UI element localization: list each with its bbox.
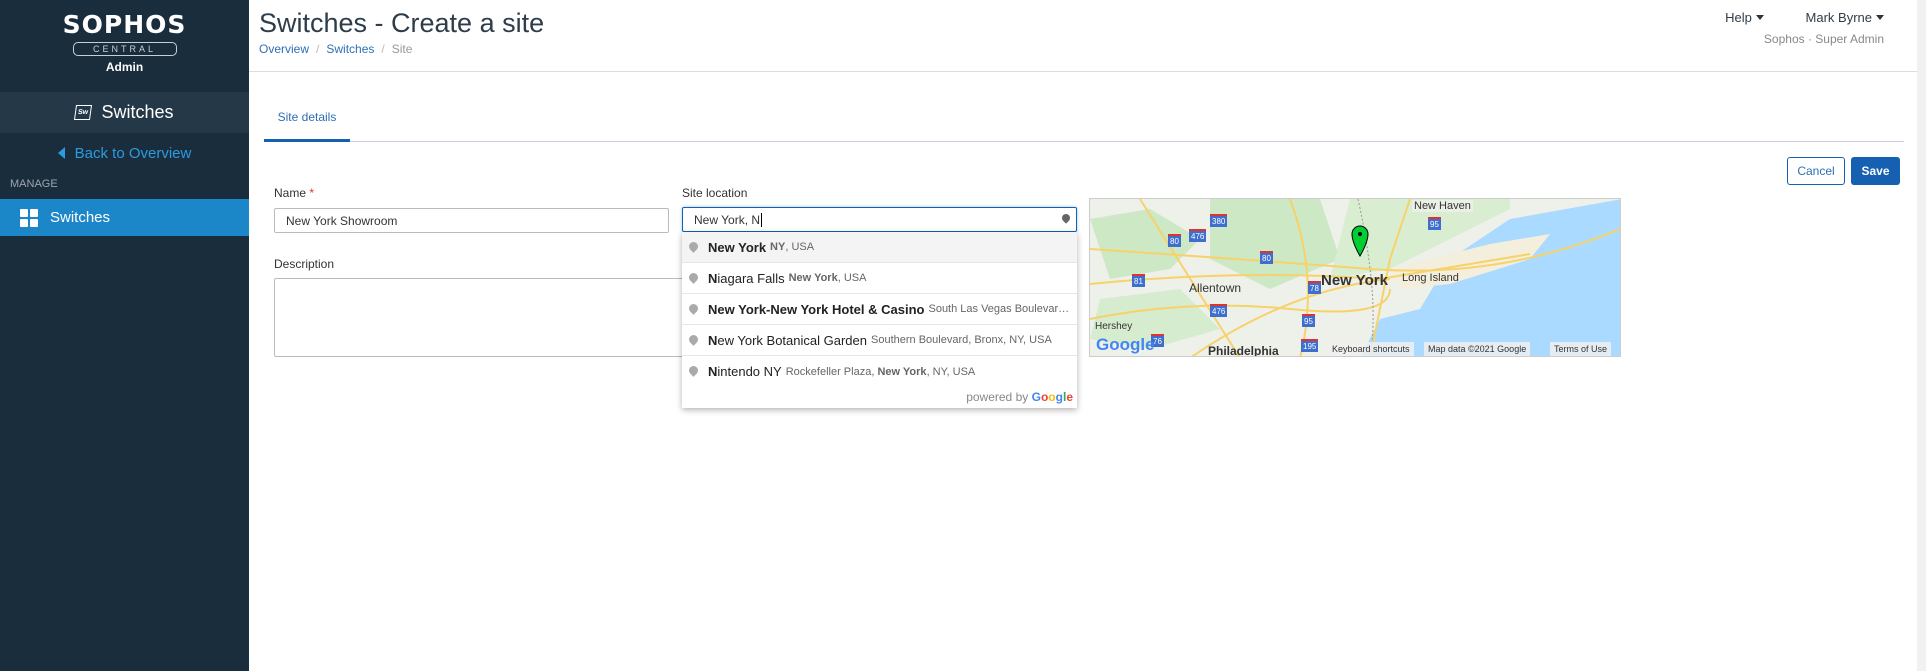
product-title: Switches — [101, 102, 174, 122]
grid-icon — [20, 208, 38, 227]
highway-shield: 380 — [1210, 214, 1228, 227]
sidebar-item-switches[interactable]: Switches — [0, 199, 249, 236]
suggestion-item[interactable]: Niagara Falls New York, USA — [682, 263, 1077, 294]
map-data-attribution: Map data ©2021 Google — [1424, 342, 1531, 356]
highway-shield: 95 — [1428, 217, 1441, 230]
suggestion-item[interactable]: New York-New York Hotel & Casino South La… — [682, 294, 1077, 325]
highway-shield: 81 — [1132, 274, 1145, 287]
scrollbar[interactable] — [1917, 0, 1926, 671]
suggestion-item[interactable]: New York NY, USA — [682, 232, 1077, 263]
caret-down-icon — [1876, 15, 1884, 20]
breadcrumb-switches[interactable]: Switches — [326, 42, 374, 56]
terms-of-use-link[interactable]: Terms of Use — [1550, 342, 1612, 356]
map-label: New Haven — [1412, 200, 1473, 212]
save-button[interactable]: Save — [1851, 157, 1900, 185]
location-pin-icon — [1060, 212, 1072, 224]
map-preview[interactable]: New York Long Island Allentown Hershey P… — [1089, 198, 1621, 357]
highway-shield: 195 — [1301, 339, 1319, 352]
org-role: Sophos · Super Admin — [1763, 32, 1884, 46]
map-pin-icon — [687, 240, 700, 253]
product-icon-text: Sw — [77, 109, 90, 116]
caret-down-icon — [1755, 15, 1764, 20]
breadcrumb-site: Site — [391, 42, 413, 56]
highway-shield: 476 — [1189, 229, 1207, 242]
name-input[interactable]: New York Showroom — [274, 208, 669, 233]
suggestion-item[interactable]: New York Botanical Garden Southern Boulev… — [682, 325, 1077, 356]
highway-shield: 78 — [1308, 281, 1321, 294]
map-pin-icon — [687, 364, 700, 377]
sidebar-item-label: Switches — [50, 209, 111, 226]
breadcrumb: Overview / Switches / Site — [259, 42, 413, 56]
breadcrumb-overview[interactable]: Overview — [259, 42, 309, 56]
logo-central: CENTRAL — [72, 42, 177, 56]
powered-by-google: powered by Google — [966, 390, 1073, 404]
sidebar: SOPHOS CENTRAL Admin Sw Switches Back to… — [0, 0, 249, 671]
highway-shield: 95 — [1302, 314, 1315, 327]
caret-left-icon — [57, 147, 65, 159]
location-suggestions-dropdown: New York NY, USA Niagara Falls New York, U… — [682, 232, 1077, 408]
logo-brand: SOPHOS — [62, 10, 187, 39]
header-divider — [249, 71, 1917, 72]
site-location-label: Site location — [682, 186, 748, 200]
back-label: Back to Overview — [74, 145, 192, 162]
back-to-overview-link[interactable]: Back to Overview — [0, 145, 249, 162]
highway-shield: 80 — [1260, 251, 1273, 264]
map-label: Long Island — [1402, 272, 1459, 284]
map-pin-icon — [687, 271, 700, 284]
sophos-central-logo: SOPHOS CENTRAL Admin — [0, 10, 249, 74]
highway-shield: 80 — [1168, 234, 1181, 247]
section-heading-manage: MANAGE — [10, 178, 58, 190]
map-pin-icon — [687, 333, 700, 346]
map-label: Allentown — [1189, 281, 1242, 295]
map-pin-icon — [687, 302, 700, 315]
product-header: Sw Switches — [0, 92, 249, 133]
help-menu[interactable]: Help — [1725, 10, 1764, 25]
site-location-input[interactable]: New York, N — [682, 207, 1077, 232]
highway-shield: 476 — [1210, 304, 1228, 317]
active-tab-indicator — [264, 139, 350, 142]
keyboard-shortcuts-link[interactable]: Keyboard shortcuts — [1328, 342, 1414, 356]
map-label: New York — [1321, 272, 1388, 289]
user-menu[interactable]: Mark Byrne — [1806, 10, 1884, 25]
map-label: Philadelphia — [1208, 344, 1279, 357]
switches-product-icon: Sw — [74, 105, 93, 120]
description-label: Description — [274, 257, 335, 271]
tab-divider — [264, 141, 1904, 142]
tab-site-details[interactable]: Site details — [264, 110, 350, 124]
logo-admin: Admin — [105, 60, 144, 74]
cancel-button[interactable]: Cancel — [1787, 157, 1845, 185]
name-label: Name * — [274, 186, 315, 200]
map-label: Hershey — [1095, 321, 1133, 332]
google-logo: Google — [1096, 335, 1155, 354]
page-title: Switches - Create a site — [259, 8, 545, 38]
suggestion-item[interactable]: Nintendo NY Rockefeller Plaza, New York, … — [682, 356, 1077, 387]
